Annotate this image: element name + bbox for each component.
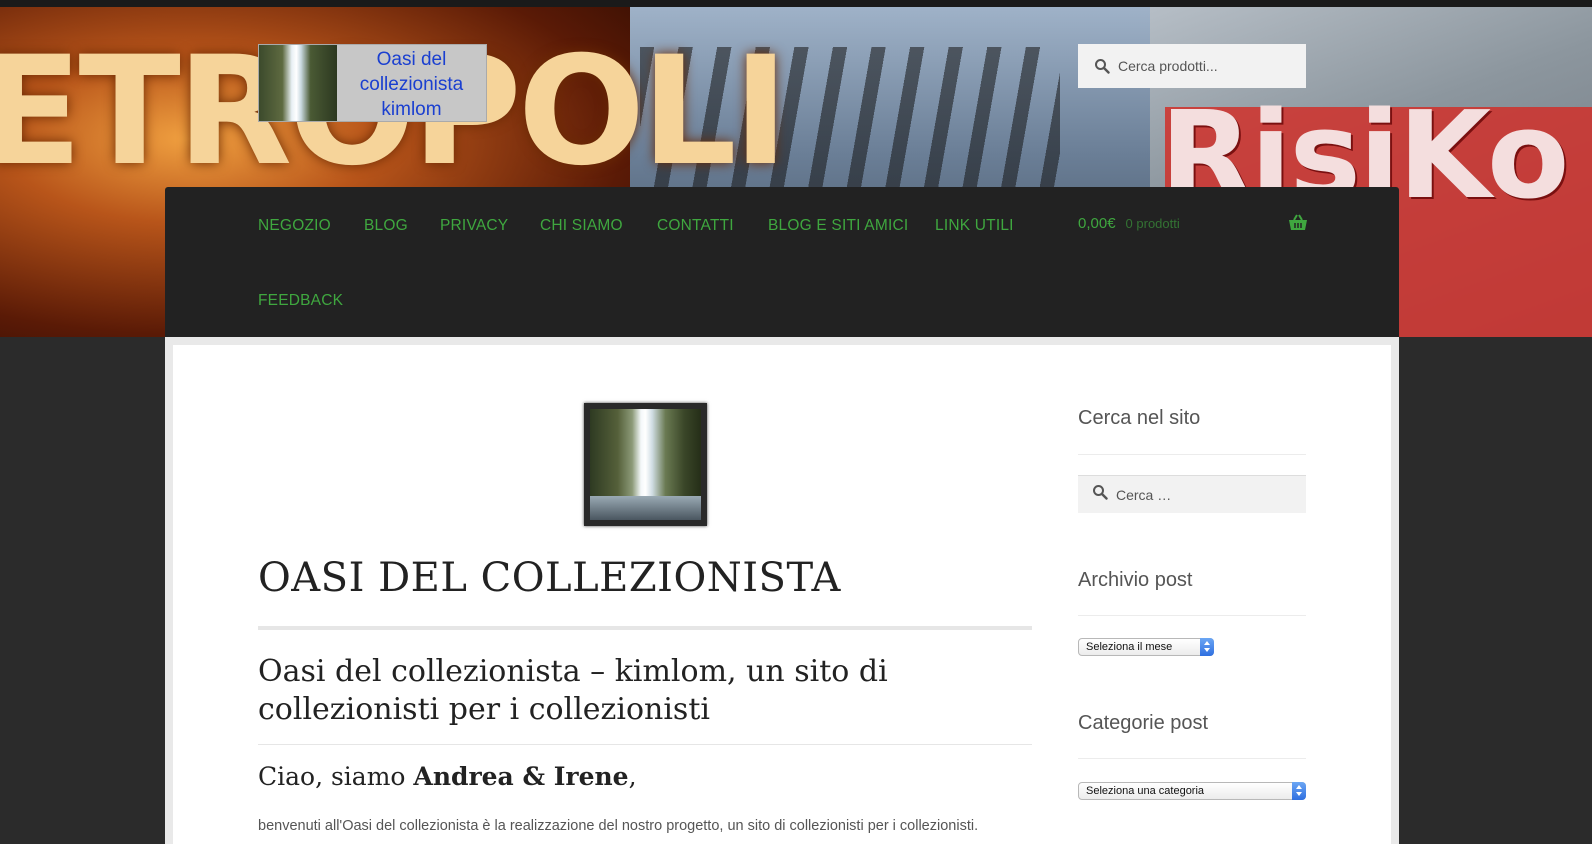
- widget-divider: [1078, 615, 1306, 616]
- browser-top-edge: [0, 0, 1592, 7]
- page-subtitle: Oasi del collezionista – kimlom, un sito…: [258, 654, 888, 727]
- site-logo[interactable]: Oasi del collezionista kimlom: [258, 44, 487, 122]
- widget-divider: [1078, 758, 1306, 759]
- logo-text: Oasi del collezionista kimlom: [359, 49, 464, 120]
- nav-item-feedback[interactable]: FEEDBACK: [258, 292, 343, 310]
- site-search-input[interactable]: [1116, 486, 1286, 503]
- category-select[interactable]: Seleziona una categoria: [1078, 782, 1306, 800]
- nav-item-negozio[interactable]: NEGOZIO: [258, 217, 331, 235]
- nav-item-link-utili[interactable]: LINK UTILI: [935, 217, 1014, 235]
- subtitle-divider: [258, 744, 1032, 745]
- widget-title-search: Cerca nel sito: [1078, 407, 1201, 429]
- cart-amount: 0,00€: [1078, 215, 1116, 232]
- cart-summary[interactable]: 0,00€ 0 prodotti: [1078, 215, 1180, 232]
- site-search[interactable]: [1078, 475, 1306, 513]
- nav-item-blog[interactable]: BLOG: [364, 217, 408, 235]
- widget-title-archive: Archivio post: [1078, 569, 1193, 591]
- nav-item-contatti[interactable]: CONTATTI: [657, 217, 734, 235]
- widget-title-categories: Categorie post: [1078, 712, 1209, 734]
- archive-month-select[interactable]: Seleziona il mese: [1078, 638, 1214, 656]
- greeting: Ciao, siamo Andrea & Irene,: [258, 762, 637, 791]
- widget-divider: [1078, 454, 1306, 455]
- page-title: OASI DEL COLLEZIONISTA: [258, 555, 841, 601]
- search-icon: [1092, 484, 1108, 505]
- select-arrows-icon: [1292, 782, 1306, 800]
- nav-item-privacy[interactable]: PRIVACY: [440, 217, 508, 235]
- main-navigation: NEGOZIO BLOG PRIVACY CHI SIAMO CONTATTI …: [165, 187, 1399, 337]
- product-search-input[interactable]: [1118, 58, 1298, 74]
- search-icon: [1094, 58, 1110, 74]
- page-featured-image: [584, 403, 707, 526]
- basket-icon[interactable]: [1288, 214, 1308, 232]
- waterfall-thumbnail: [259, 45, 337, 121]
- nav-item-chi-siamo[interactable]: CHI SIAMO: [540, 217, 623, 235]
- title-divider: [258, 626, 1032, 630]
- product-search[interactable]: [1078, 44, 1306, 88]
- author-names: Andrea & Irene: [413, 762, 629, 791]
- nav-item-blog-e-siti-amici[interactable]: BLOG E SITI AMICI: [768, 217, 908, 235]
- select-arrows-icon: [1200, 638, 1214, 656]
- intro-paragraph: benvenuti all'Oasi del collezionista è l…: [258, 818, 979, 834]
- cart-count: 0 prodotti: [1125, 216, 1180, 231]
